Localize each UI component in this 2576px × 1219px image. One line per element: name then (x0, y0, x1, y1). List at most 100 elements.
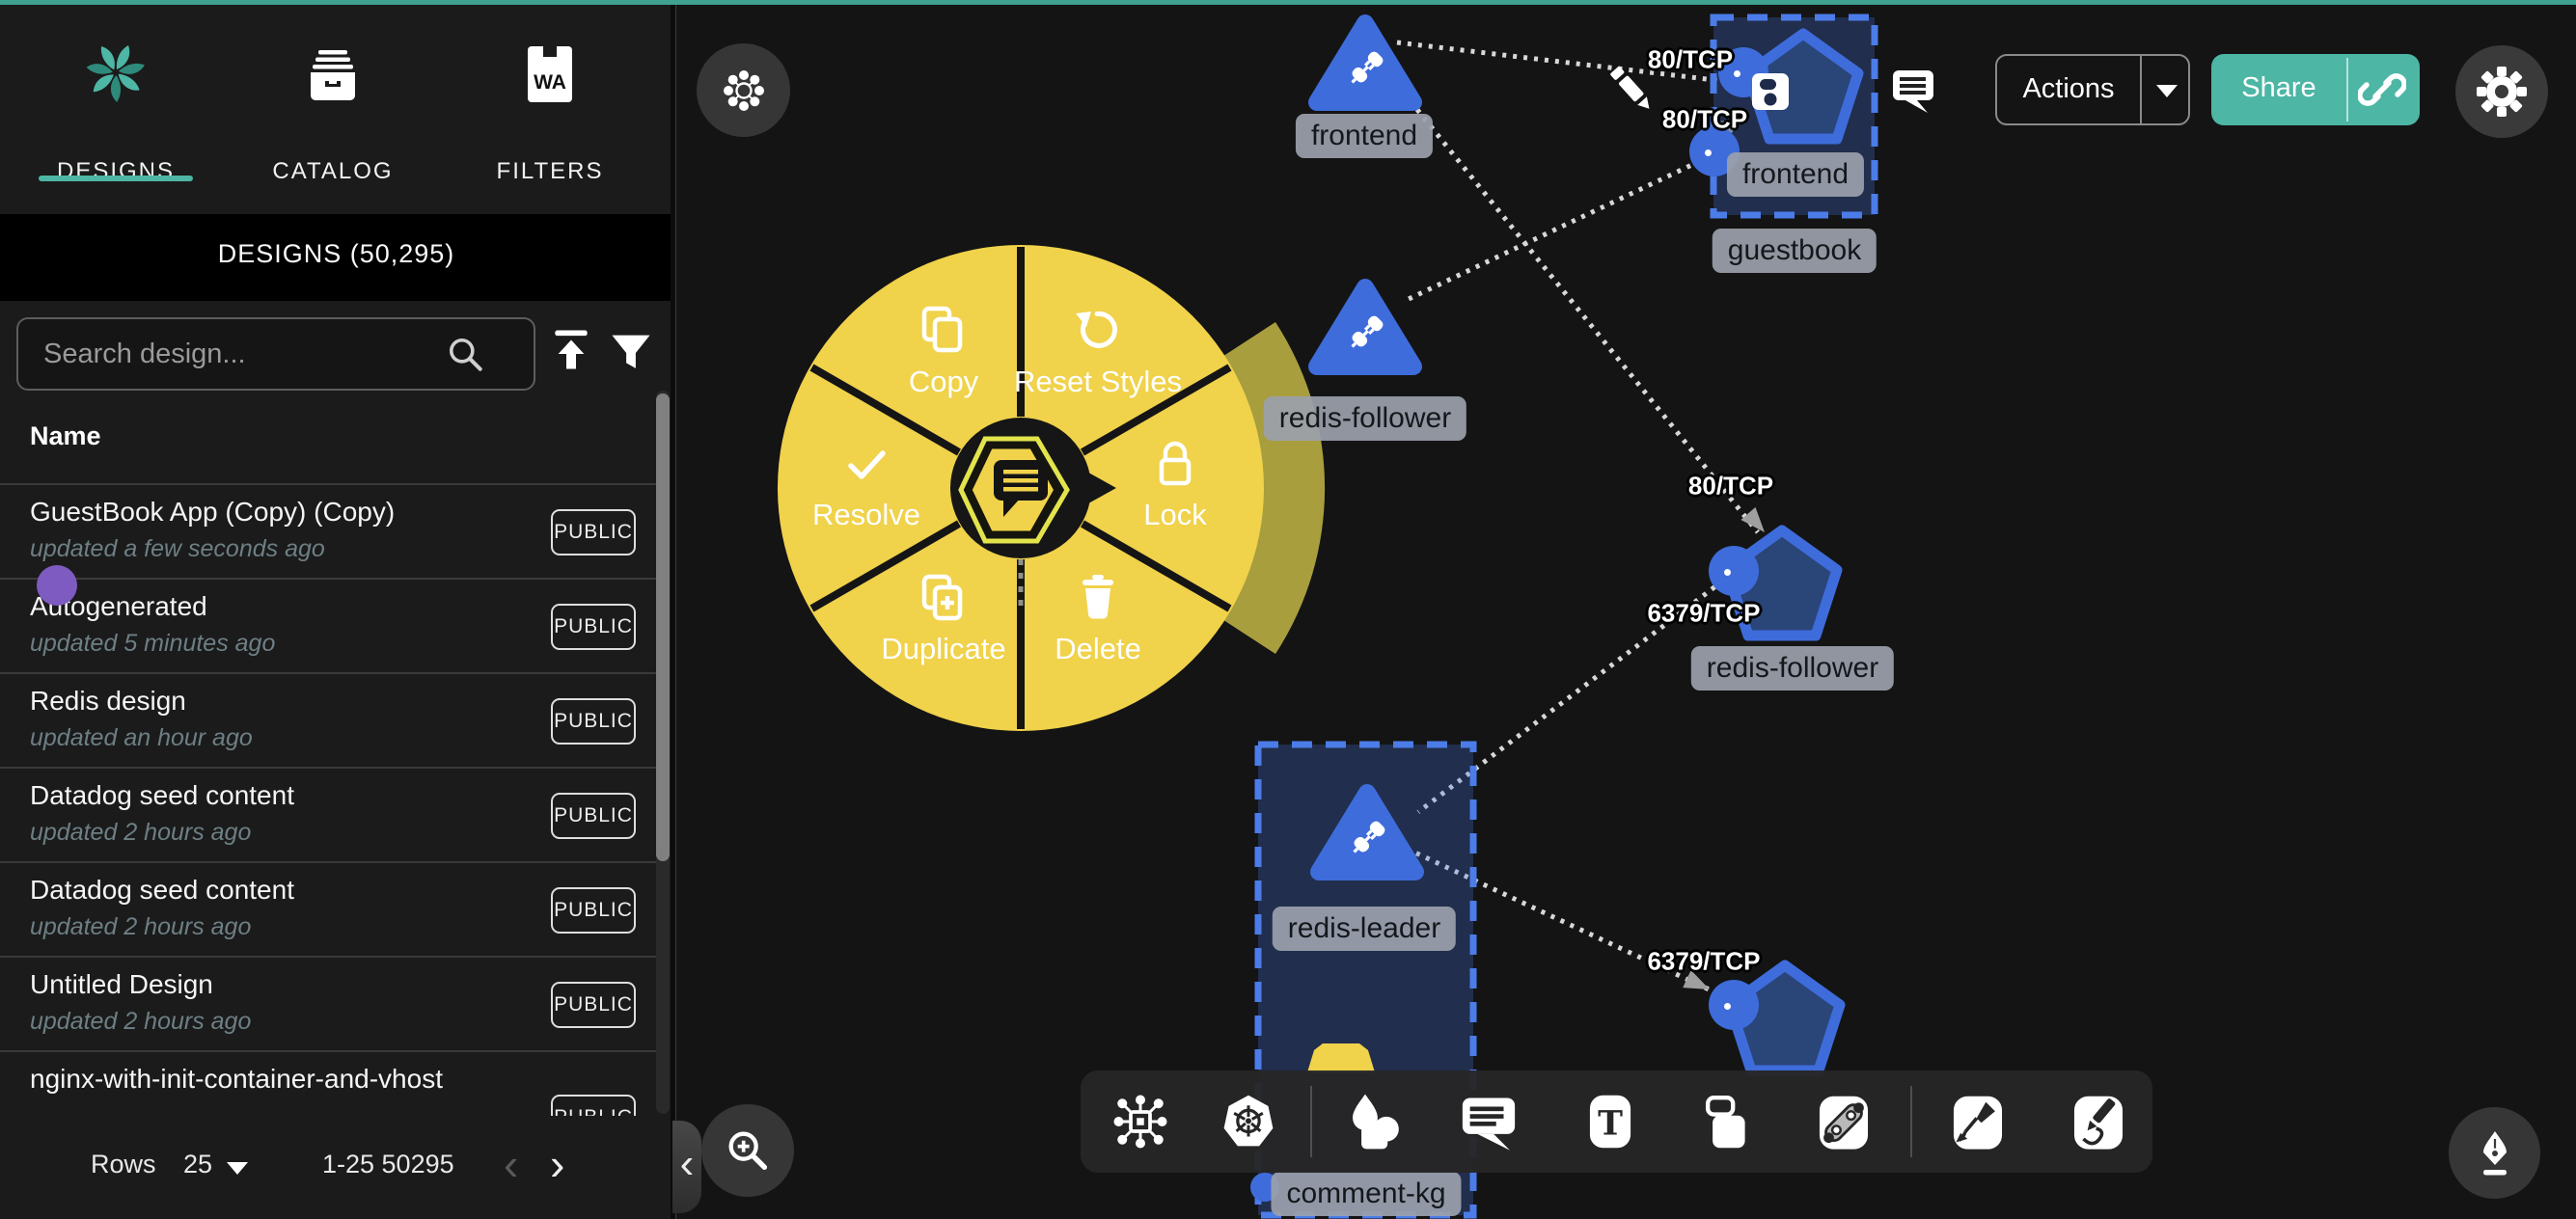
radial-item-reset-styles[interactable]: Reset Styles (1014, 365, 1182, 399)
design-updated: updated 2 hours ago (30, 819, 251, 847)
radial-item-resolve[interactable]: Resolve (812, 498, 920, 532)
node-redis-leader-service[interactable] (1309, 779, 1425, 883)
port-circle[interactable] (1709, 546, 1759, 596)
zoom-in-icon (723, 1125, 773, 1176)
text-tool[interactable]: T (1570, 1081, 1651, 1162)
design-name: nginx-with-init-container-and-vhost (30, 1064, 443, 1095)
edge-label: 80/TCP (1662, 105, 1747, 135)
comment-icon[interactable] (1891, 68, 1935, 115)
search-field[interactable] (16, 317, 535, 391)
next-page-button[interactable]: › (550, 1138, 564, 1190)
radial-item-duplicate[interactable]: Duplicate (881, 632, 1005, 666)
share-button[interactable]: Share (2211, 54, 2420, 125)
comment-kg-node[interactable] (1307, 1043, 1375, 1072)
actions-button[interactable]: Actions (1995, 54, 2190, 125)
edge-pen-tool[interactable] (1937, 1081, 2018, 1162)
port-circle[interactable] (1709, 980, 1759, 1030)
canvas-toolbar: T (1081, 1070, 2152, 1173)
radial-item-delete[interactable]: Delete (1055, 632, 1141, 666)
rows-per-page-select[interactable]: 25 (183, 1150, 212, 1179)
design-row[interactable]: nginx-with-init-container-and-vhost PUBL… (0, 1050, 672, 1116)
tab-designs[interactable]: DESIGNS (24, 35, 207, 179)
comment-tool[interactable] (1448, 1081, 1529, 1162)
edge-label: 80/TCP (1688, 472, 1773, 501)
node-label: redis-follower (1264, 396, 1466, 441)
snowflake-cluster-icon (720, 67, 768, 115)
import-design-icon[interactable] (552, 330, 590, 378)
tab-label: FILTERS (458, 158, 642, 185)
design-name: Untitled Design (30, 969, 213, 1000)
button-divider (2346, 58, 2348, 122)
pen-mode-button[interactable] (2449, 1107, 2540, 1199)
tab-filters[interactable]: WA FILTERS (458, 35, 642, 179)
catalog-archive-icon (306, 50, 360, 102)
rows-per-page-label: Rows (91, 1150, 156, 1179)
actions-label: Actions (1997, 73, 2140, 105)
gear-icon (2476, 66, 2528, 118)
notes-tool[interactable] (1686, 1081, 1768, 1162)
design-name: Datadog seed content (30, 780, 294, 811)
active-tab-indicator (39, 176, 193, 181)
node-graph-tool[interactable] (1100, 1081, 1181, 1162)
shapes-tool[interactable] (1333, 1081, 1414, 1162)
node-label: comment-kg (1271, 1172, 1461, 1216)
node-redis-follower-service[interactable] (1307, 274, 1423, 378)
edge-label: 6379/TCP (1647, 947, 1760, 977)
design-list: Name GuestBook App (Copy) (Copy) updated… (0, 386, 672, 1116)
prev-page-button[interactable]: ‹ (504, 1138, 518, 1190)
visibility-badge: PUBLIC (551, 698, 636, 745)
design-row[interactable]: GuestBook App (Copy) (Copy) updated a fe… (0, 483, 672, 578)
design-name: Datadog seed content (30, 875, 294, 906)
design-name: Redis design (30, 686, 186, 717)
share-label: Share (2211, 72, 2346, 104)
visibility-badge: PUBLIC (551, 509, 636, 555)
edge-label: 80/TCP (1648, 45, 1733, 75)
toolbar-divider (1910, 1086, 1912, 1157)
pagination-range: 1-25 50295 (322, 1150, 454, 1179)
design-updated: updated 2 hours ago (30, 913, 251, 941)
sidebar-collapse-handle[interactable]: ‹ (672, 1121, 701, 1213)
filter-icon[interactable] (610, 332, 652, 374)
list-scrollbar-thumb[interactable] (656, 393, 670, 861)
designs-sidebar: DESIGNS CATALOG WA (0, 0, 672, 1219)
pen-nib-icon (2470, 1127, 2520, 1179)
node-label: guestbook (1713, 229, 1877, 273)
design-row[interactable]: Datadog seed content updated 2 hours ago… (0, 861, 672, 956)
settings-button[interactable] (2455, 45, 2548, 138)
node-label: redis-leader (1273, 907, 1456, 951)
zoom-in-button[interactable] (701, 1104, 794, 1197)
radial-item-lock[interactable]: Lock (1143, 498, 1206, 532)
app-window: Copy Reset Styles Lock Delete Duplicate … (0, 0, 2576, 1219)
save-icon (1751, 72, 1790, 111)
link-tool[interactable] (1803, 1081, 1884, 1162)
tab-label: CATALOG (241, 158, 425, 185)
wasm-filter-icon: WA (528, 46, 572, 102)
kubernetes-tool[interactable] (1208, 1081, 1289, 1162)
visibility-badge: PUBLIC (551, 887, 636, 934)
radial-context-menu[interactable] (704, 170, 1341, 826)
visibility-badge: PUBLIC (551, 604, 636, 650)
design-updated: updated 2 hours ago (30, 1008, 251, 1036)
freehand-pencil-tool[interactable] (2058, 1081, 2139, 1162)
design-row[interactable]: Datadog seed content updated 2 hours ago… (0, 767, 672, 861)
node-frontend-service[interactable] (1307, 10, 1423, 114)
chevron-down-icon[interactable] (2156, 85, 2178, 97)
design-updated: updated an hour ago (30, 724, 253, 752)
panel-divider-line (675, 0, 676, 1219)
node-label: frontend (1296, 114, 1433, 158)
copy-link-icon[interactable] (2358, 67, 2406, 113)
helm-chart-button[interactable] (697, 43, 790, 137)
design-row[interactable]: Redis design updated an hour ago PUBLIC (0, 672, 672, 767)
svg-text:WA: WA (534, 71, 566, 94)
tab-catalog[interactable]: CATALOG (241, 35, 425, 179)
edge-label: 6379/TCP (1647, 599, 1760, 629)
meshery-logo-icon (86, 42, 146, 102)
chevron-down-icon[interactable] (227, 1162, 248, 1175)
node-label: redis-follower (1691, 646, 1894, 691)
design-row[interactable]: Autogenerated updated 5 minutes ago PUBL… (0, 578, 672, 672)
node-label: frontend (1727, 152, 1864, 197)
design-row[interactable]: Untitled Design updated 2 hours ago PUBL… (0, 956, 672, 1050)
toolbar-divider (1310, 1086, 1312, 1157)
radial-item-copy[interactable]: Copy (909, 365, 978, 399)
column-header-name: Name (30, 421, 101, 451)
